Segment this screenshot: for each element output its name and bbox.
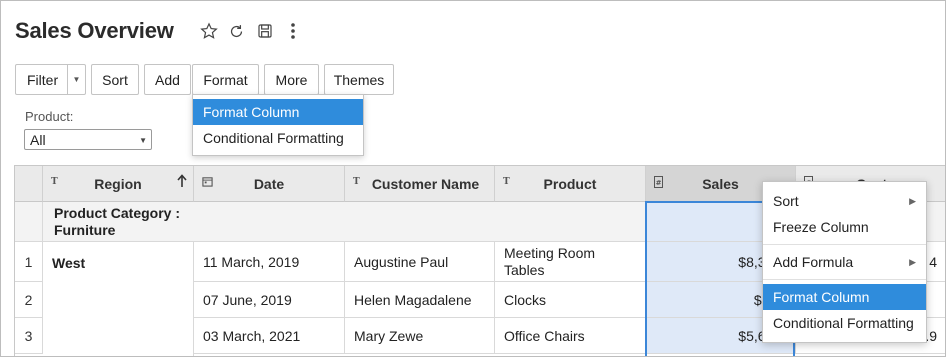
product-line-1: Meeting Room <box>504 244 596 261</box>
context-conditional-formatting-item[interactable]: Conditional Formatting <box>763 310 926 336</box>
customer-cell[interactable]: Augustine Paul <box>345 242 495 282</box>
customer-header-label: Customer Name <box>371 175 480 192</box>
product-header-label: Product <box>543 175 597 192</box>
group-row-number <box>15 202 43 242</box>
filter-button[interactable]: Filter ▼ <box>15 64 86 95</box>
product-filter-value: All <box>30 131 46 148</box>
customer-cell[interactable]: Mary Zewe <box>345 318 495 354</box>
more-vert-icon[interactable] <box>284 22 302 40</box>
report-window: Sales Overview Filter ▼ Sort Add Format … <box>0 0 946 357</box>
date-cell[interactable]: 07 June, 2019 <box>194 282 345 318</box>
region-cell[interactable]: West <box>43 242 194 356</box>
context-add-formula-label: Add Formula <box>773 254 854 270</box>
save-icon[interactable] <box>256 22 274 40</box>
context-freeze-label: Freeze Column <box>773 219 869 235</box>
page-title: Sales Overview <box>15 18 174 43</box>
row-number: 2 <box>15 282 43 318</box>
text-type-icon: T <box>503 177 510 187</box>
menu-divider <box>763 244 926 245</box>
context-format-column-item[interactable]: Format Column <box>763 284 926 310</box>
customer-cell[interactable]: Helen Magadalene <box>345 282 495 318</box>
more-button[interactable]: More <box>264 64 319 95</box>
sort-ascending-icon[interactable] <box>177 174 187 191</box>
row-number: 3 <box>15 318 43 354</box>
row-number: 1 <box>15 242 43 282</box>
conditional-formatting-option[interactable]: Conditional Formatting <box>193 125 363 151</box>
format-button[interactable]: Format <box>192 64 259 95</box>
chevron-right-icon: ▶ <box>909 195 916 206</box>
format-column-option[interactable]: Format Column <box>193 99 363 125</box>
date-cell[interactable]: 03 March, 2021 <box>194 318 345 354</box>
sort-button[interactable]: Sort <box>91 64 139 95</box>
column-header-product[interactable]: T Product <box>495 166 646 202</box>
refresh-icon[interactable] <box>228 22 246 40</box>
column-header-date[interactable]: Date <box>194 166 345 202</box>
sales-header-label: Sales <box>702 175 739 192</box>
group-label-line-1: Product Category : <box>54 204 181 221</box>
group-header-row[interactable]: Product Category : Furniture <box>43 202 646 242</box>
product-filter-select[interactable]: All ▼ <box>24 129 152 150</box>
context-sort-label: Sort <box>773 193 799 209</box>
date-type-icon <box>202 176 213 190</box>
title-actions <box>199 22 302 40</box>
context-format-column-label: Format Column <box>773 289 870 305</box>
chevron-down-icon[interactable]: ▼ <box>67 65 85 94</box>
svg-text:#: # <box>656 179 662 187</box>
text-type-icon: T <box>51 177 58 187</box>
region-header-label: Region <box>94 175 142 192</box>
star-icon[interactable] <box>199 22 218 40</box>
text-type-icon: T <box>353 177 360 187</box>
menu-divider <box>763 279 926 280</box>
number-type-icon: # <box>654 176 663 191</box>
themes-button[interactable]: Themes <box>324 64 394 95</box>
title-row: Sales Overview <box>15 15 302 47</box>
product-cell[interactable]: Clocks <box>495 282 646 318</box>
product-filter-label: Product: <box>25 109 74 124</box>
column-context-menu: Sort ▶ Freeze Column Add Formula ▶ Forma… <box>762 181 927 343</box>
date-cell[interactable]: 11 March, 2019 <box>194 242 345 282</box>
date-header-label: Date <box>253 175 285 192</box>
filter-button-label: Filter <box>27 71 59 88</box>
context-add-formula-item[interactable]: Add Formula ▶ <box>763 249 926 275</box>
product-cell[interactable]: Office Chairs <box>495 318 646 354</box>
context-sort-item[interactable]: Sort ▶ <box>763 188 926 214</box>
row-number-header <box>15 166 43 202</box>
context-freeze-column-item[interactable]: Freeze Column <box>763 214 926 240</box>
context-conditional-formatting-label: Conditional Formatting <box>773 315 914 331</box>
format-dropdown: Format Column Conditional Formatting <box>192 94 364 156</box>
column-header-region[interactable]: T Region <box>43 166 194 202</box>
product-line-2: Tables <box>504 261 545 278</box>
product-cell[interactable]: Meeting Room Tables <box>495 242 646 282</box>
column-header-customer[interactable]: T Customer Name <box>345 166 495 202</box>
chevron-down-icon: ▼ <box>139 136 147 145</box>
chevron-right-icon: ▶ <box>909 256 916 267</box>
group-label-line-2: Furniture <box>54 221 116 238</box>
add-button[interactable]: Add <box>144 64 191 95</box>
